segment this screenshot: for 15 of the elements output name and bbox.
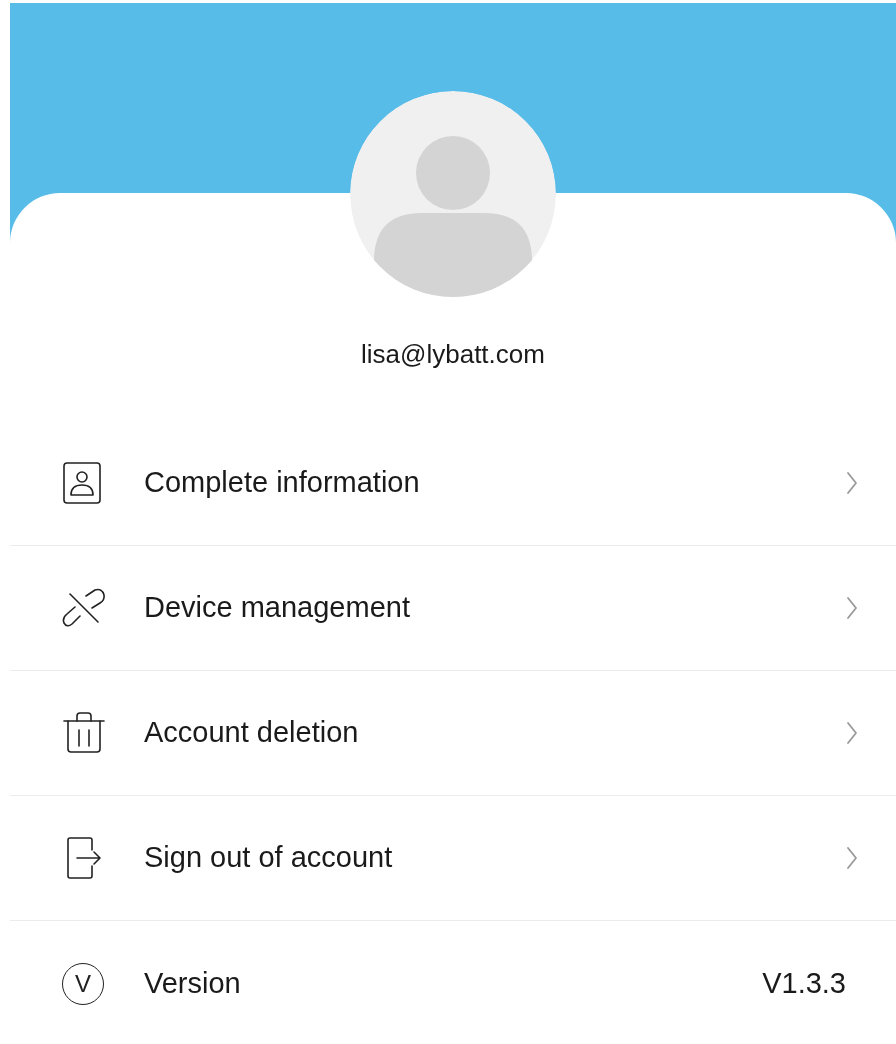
chevron-right-icon bbox=[846, 596, 858, 620]
menu-label: Device management bbox=[144, 590, 411, 626]
avatar-placeholder-icon bbox=[350, 91, 556, 297]
chevron-right-icon bbox=[846, 721, 858, 745]
menu-label: Version bbox=[144, 965, 242, 1001]
trash-icon bbox=[62, 711, 106, 755]
version-value: V1.3.3 bbox=[762, 965, 846, 1001]
chevron-right-icon bbox=[846, 846, 858, 870]
menu-label: Sign out of account bbox=[144, 840, 394, 876]
user-email: lisa@lybatt.com bbox=[361, 338, 545, 371]
contact-card-icon bbox=[62, 461, 102, 505]
menu-label: Complete information bbox=[144, 465, 421, 501]
menu-label: Account deletion bbox=[144, 715, 360, 751]
broken-link-icon bbox=[62, 586, 106, 630]
chevron-right-icon bbox=[846, 471, 858, 495]
